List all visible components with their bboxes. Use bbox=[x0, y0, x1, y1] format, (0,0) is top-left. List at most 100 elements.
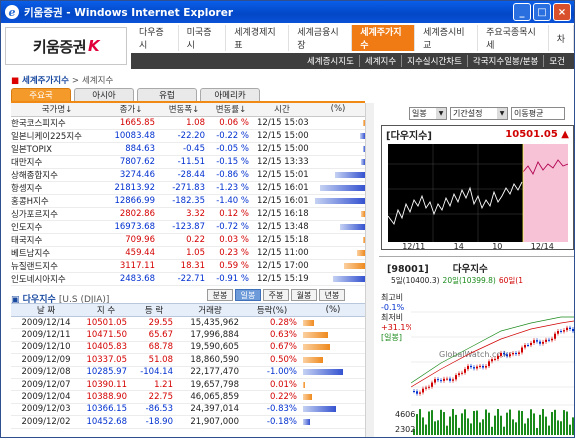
top-nav-item[interactable]: 세계경제지표 bbox=[226, 25, 290, 51]
col-country[interactable]: 국가명↓ bbox=[11, 103, 103, 117]
table-row[interactable]: 일본TOPIX 884.63 -0.45 -0.05 % 12/15 15:00 bbox=[11, 142, 365, 156]
table-row[interactable]: 2009/12/02 10452.68 -18.90 21,907,000 -0.18% bbox=[11, 415, 365, 429]
candle-body bbox=[515, 352, 517, 355]
top-nav-item[interactable]: 주요국종목시세 bbox=[478, 25, 549, 51]
table-row[interactable]: 베트남지수 459.44 1.05 0.23 % 12/15 11:00 bbox=[11, 246, 365, 260]
country-name[interactable]: 태국지수 bbox=[11, 233, 103, 247]
period-tab[interactable]: 년봉 bbox=[319, 289, 345, 301]
time-value: 12/15 15:01 bbox=[253, 168, 311, 182]
table-row[interactable]: 홍콩H지수 12866.99 -182.35 -1.40 % 12/15 16:01 bbox=[11, 194, 365, 208]
breadcrumb-main[interactable]: 세계주가지수 bbox=[22, 76, 69, 86]
table-row[interactable]: 항셍지수 21813.92 -271.83 -1.23 % 12/15 16:01 bbox=[11, 181, 365, 195]
candle-body bbox=[512, 352, 514, 355]
time-value: 12/15 16:01 bbox=[253, 181, 311, 195]
percent-bar-cell bbox=[311, 116, 365, 130]
top-nav-item[interactable]: 미국증시 bbox=[179, 25, 227, 51]
volume-bar bbox=[422, 417, 424, 435]
col-change-rate[interactable]: 변동률↓ bbox=[209, 103, 253, 117]
country-name[interactable]: 대만지수 bbox=[11, 155, 103, 169]
country-name[interactable]: 인도지수 bbox=[11, 220, 103, 234]
country-name[interactable]: 일본니케이225지수 bbox=[11, 129, 103, 143]
side-label: 최저비 bbox=[381, 313, 404, 322]
table-row[interactable]: 상해종합지수 3274.46 -28.44 -0.86 % 12/15 15:01 bbox=[11, 168, 365, 182]
period-select[interactable]: 일봉 ▼ bbox=[409, 107, 447, 120]
sub-nav-item[interactable]: 모건 bbox=[544, 55, 570, 67]
volume-bar bbox=[428, 411, 430, 435]
col-change[interactable]: 변동폭↓ bbox=[159, 103, 209, 117]
col-close[interactable]: 종가↓ bbox=[103, 103, 159, 117]
diff-value: 51.08 bbox=[131, 353, 177, 367]
sub-nav-item[interactable]: 각국지수일봉/분봉 bbox=[468, 55, 545, 67]
table-row[interactable]: 2009/12/07 10390.11 1.21 19,657,798 0.01% bbox=[11, 378, 365, 392]
volume-bar bbox=[446, 425, 448, 435]
region-tab[interactable]: 아시아 bbox=[74, 88, 134, 101]
table-row[interactable]: 대만지수 7807.62 -11.51 -0.15 % 12/15 13:33 bbox=[11, 155, 365, 169]
country-name[interactable]: 뉴질랜드지수 bbox=[11, 259, 103, 273]
diff-pct-value: -0.83% bbox=[243, 403, 301, 417]
period-tab[interactable]: 일봉 bbox=[235, 289, 261, 301]
volume-bar bbox=[458, 427, 460, 435]
top-nav-item[interactable]: 차 bbox=[549, 25, 574, 51]
country-name[interactable]: 베트남지수 bbox=[11, 246, 103, 260]
table-row[interactable]: 2009/12/03 10366.15 -86.53 24,397,014 -0.83% bbox=[11, 403, 365, 417]
kiwoom-logo[interactable]: 키움증권 K bbox=[5, 27, 127, 65]
country-name[interactable]: 싱가포르지수 bbox=[11, 207, 103, 221]
sub-nav-item[interactable]: 세계지수 bbox=[360, 55, 403, 67]
region-tab[interactable]: 유럽 bbox=[137, 88, 197, 101]
table-row[interactable]: 2009/12/11 10471.50 65.67 17,996,884 0.63% bbox=[11, 328, 365, 342]
table-row[interactable]: 2009/12/09 10337.05 51.08 18,860,590 0.50% bbox=[11, 353, 365, 367]
volume-bar bbox=[560, 421, 562, 435]
country-name[interactable]: 홍콩H지수 bbox=[11, 194, 103, 208]
country-name[interactable]: 일본TOPIX bbox=[11, 142, 103, 156]
percent-bar-cell bbox=[311, 246, 365, 260]
top-nav-item[interactable]: 세계금융시장 bbox=[289, 25, 353, 51]
period-tab[interactable]: 분봉 bbox=[207, 289, 233, 301]
volume-bar bbox=[566, 411, 568, 435]
period-tab[interactable]: 주봉 bbox=[263, 289, 289, 301]
table-row[interactable]: 2009/12/04 10388.90 22.75 46,065,859 0.22% bbox=[11, 390, 365, 404]
country-name[interactable]: 한국코스피지수 bbox=[11, 116, 103, 130]
period-tab[interactable]: 월봉 bbox=[291, 289, 317, 301]
percent-bar-cell bbox=[311, 168, 365, 182]
up-arrow-icon: ▲ bbox=[561, 128, 569, 140]
close-value: 3274.46 bbox=[103, 168, 159, 182]
table-row[interactable]: 2009/12/14 10501.05 29.55 15,435,962 0.28% bbox=[11, 316, 365, 330]
region-tab[interactable]: 아메리카 bbox=[200, 88, 260, 101]
table-row[interactable]: 일본니케이225지수 10083.48 -22.20 -0.22 % 12/15 15:… bbox=[11, 129, 365, 143]
table-scrollbar[interactable] bbox=[365, 103, 374, 437]
top-nav-item[interactable]: 세계주가지수 bbox=[352, 25, 416, 51]
table-row[interactable]: 한국코스피지수 1665.85 1.08 0.06 % 12/15 15:03 bbox=[11, 116, 365, 130]
table-row[interactable]: 인도지수 16973.68 -123.87 -0.72 % 12/15 13:48 bbox=[11, 220, 365, 234]
sub-nav-item[interactable]: 지수실시간차트 bbox=[402, 55, 468, 67]
maximize-button[interactable]: □ bbox=[533, 3, 551, 21]
date-value: 2009/12/11 bbox=[11, 328, 81, 342]
table-row[interactable]: 태국지수 709.96 0.22 0.03 % 12/15 15:18 bbox=[11, 233, 365, 247]
top-nav-item[interactable]: 세계증시비교 bbox=[415, 25, 479, 51]
region-tab[interactable]: 주요국 bbox=[11, 88, 71, 101]
volume-bar bbox=[539, 414, 541, 435]
country-name[interactable]: 인도네시아지수 bbox=[11, 272, 103, 286]
country-name[interactable]: 항셍지수 bbox=[11, 181, 103, 195]
percent-bar-cell bbox=[311, 142, 365, 156]
volume-value: 18,860,590 bbox=[177, 353, 243, 367]
country-name[interactable]: 상해종합지수 bbox=[11, 168, 103, 182]
change-rate: 0.06 % bbox=[209, 116, 253, 130]
table-row[interactable]: 인도네시아지수 2483.68 -22.71 -0.91 % 12/15 15:19 bbox=[11, 272, 365, 286]
chart2-side-stats: 최고비 -0.1% 최저비 +31.1% [일봉] bbox=[381, 293, 413, 343]
volume-value: 19,590,605 bbox=[177, 341, 243, 355]
top-nav-item[interactable]: 다우증시 bbox=[131, 25, 179, 51]
candle-body bbox=[530, 342, 532, 346]
volume-bar bbox=[488, 412, 490, 435]
table-row[interactable]: 2009/12/08 10285.97 -104.14 22,177,470 -1.00… bbox=[11, 366, 365, 379]
table-row[interactable]: 싱가포르지수 2802.86 3.32 0.12 % 12/15 16:18 bbox=[11, 207, 365, 221]
range-select[interactable]: 기간설정 ▼ bbox=[450, 107, 508, 120]
moving-average-select[interactable]: 이동평균 bbox=[511, 107, 565, 120]
close-button[interactable]: × bbox=[553, 3, 571, 21]
table-row[interactable]: 뉴질랜드지수 3117.11 18.31 0.59 % 12/15 17:00 bbox=[11, 259, 365, 273]
minimize-button[interactable]: _ bbox=[513, 3, 531, 21]
candle-body bbox=[455, 375, 457, 380]
sub-nav-item[interactable]: 세계증시지도 bbox=[302, 55, 360, 67]
volume-bar bbox=[515, 422, 517, 435]
col-percent-bar: (%) bbox=[311, 103, 365, 117]
table-row[interactable]: 2009/12/10 10405.83 68.78 19,590,605 0.67% bbox=[11, 341, 365, 355]
